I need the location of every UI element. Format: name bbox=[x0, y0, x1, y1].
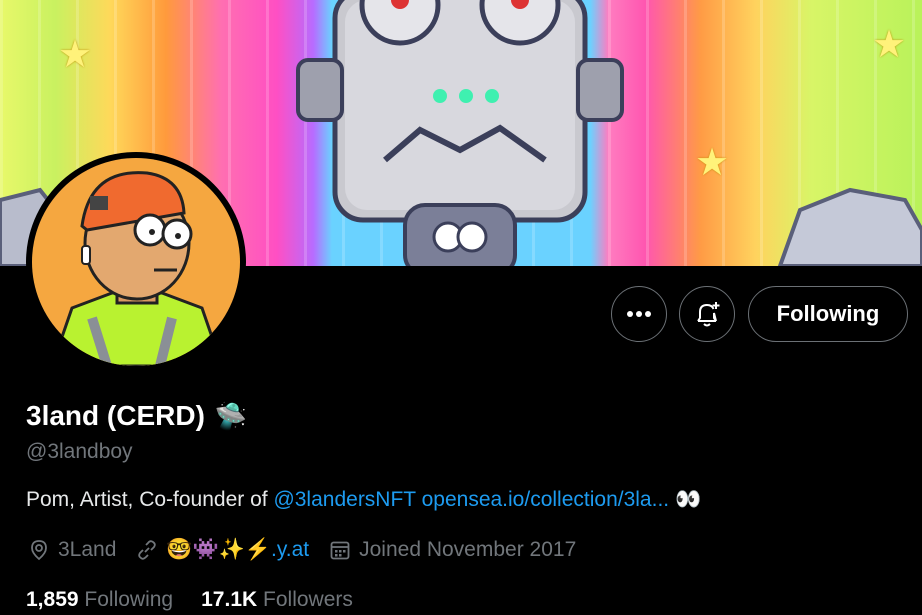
website-emoji: 🤓👾✨⚡ bbox=[166, 538, 271, 561]
star-icon: ★ bbox=[695, 142, 730, 184]
notifications-button[interactable] bbox=[679, 286, 735, 342]
profile-avatar[interactable] bbox=[26, 152, 246, 372]
more-options-button[interactable] bbox=[611, 286, 667, 342]
followers-label: Followers bbox=[263, 588, 353, 611]
profile-meta: 3Land 🤓👾✨⚡.y.at Joined November 2017 bbox=[28, 538, 596, 562]
more-icon bbox=[627, 311, 651, 317]
eyes-emoji: 👀 bbox=[674, 488, 702, 511]
following-label: Following bbox=[84, 588, 174, 611]
display-name-text: 3land (CERD) bbox=[26, 400, 205, 431]
bio-mention-link[interactable]: @3landersNFT bbox=[273, 488, 415, 511]
follow-stats: 1,859 Following 17.1K Followers bbox=[26, 588, 353, 612]
star-icon: ★ bbox=[872, 24, 907, 66]
bell-plus-icon bbox=[697, 302, 720, 327]
location-item: 3Land bbox=[28, 538, 116, 562]
bio-text: Pom, Artist, Co-founder of bbox=[26, 488, 274, 511]
joined-text: Joined November 2017 bbox=[359, 538, 577, 561]
location-icon bbox=[31, 540, 47, 561]
following-count: 1,859 bbox=[26, 588, 79, 611]
website-item[interactable]: 🤓👾✨⚡.y.at bbox=[136, 538, 309, 562]
location-text: 3Land bbox=[58, 538, 117, 561]
followers-count: 17.1K bbox=[201, 588, 258, 611]
following-button[interactable]: Following bbox=[748, 286, 908, 342]
star-icon: ★ bbox=[58, 34, 93, 76]
profile-bio: Pom, Artist, Co-founder of @3landersNFT … bbox=[26, 488, 701, 512]
joined-item: Joined November 2017 bbox=[329, 538, 576, 562]
website-domain[interactable]: .y.at bbox=[271, 538, 309, 561]
display-name: 3land (CERD) 🛸 bbox=[26, 400, 247, 432]
avatar-image bbox=[32, 158, 240, 366]
following-stat[interactable]: 1,859 Following bbox=[26, 588, 173, 612]
link-icon bbox=[138, 540, 157, 560]
user-handle: @3landboy bbox=[26, 440, 133, 463]
website-link[interactable]: 🤓👾✨⚡.y.at bbox=[166, 538, 309, 562]
bio-url-link[interactable]: opensea.io/collection/3la... bbox=[422, 488, 670, 511]
ufo-emoji: 🛸 bbox=[214, 400, 248, 431]
calendar-icon bbox=[330, 541, 350, 560]
followers-stat[interactable]: 17.1K Followers bbox=[201, 588, 353, 612]
